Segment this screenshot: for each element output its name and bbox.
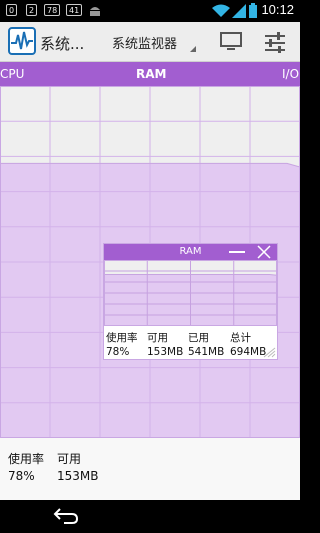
summary-available-label: 可用 xyxy=(57,452,82,466)
android-icon xyxy=(90,7,100,16)
close-icon[interactable] xyxy=(256,245,272,259)
tab-cpu[interactable]: CPU xyxy=(0,67,24,81)
status-bar: 0 2 78 41 10:12 xyxy=(0,0,300,22)
battery-icon xyxy=(249,3,257,18)
value-available: 153MB xyxy=(147,346,184,358)
minimize-icon[interactable] xyxy=(229,251,245,253)
settings-sliders-icon[interactable] xyxy=(263,31,287,53)
label-available: 可用 xyxy=(147,332,168,344)
summary-usage-label: 使用率 xyxy=(8,452,45,466)
summary-usage-value: 78% xyxy=(8,469,35,483)
ram-floating-window[interactable]: RAM 使用率 可用 已用 总计 78% 153MB 541MB 694MB xyxy=(103,243,278,360)
mini-chart-canvas xyxy=(104,260,277,326)
notification-badge: 78 xyxy=(44,4,61,16)
tab-bar: CPU RAM I/O xyxy=(0,62,300,86)
wifi-icon xyxy=(212,4,230,17)
label-used: 已用 xyxy=(188,332,209,344)
spinner-arrow-icon xyxy=(190,46,196,52)
notification-badge: 0 xyxy=(6,4,18,16)
value-used: 541MB xyxy=(188,346,225,358)
back-icon[interactable] xyxy=(52,506,80,526)
floating-window-titlebar[interactable]: RAM xyxy=(104,244,277,260)
action-bar: 系统... 系统监视器 xyxy=(0,22,300,62)
signal-icon xyxy=(232,4,246,18)
value-usage: 78% xyxy=(106,346,130,358)
clock: 10:12 xyxy=(261,2,294,17)
view-spinner[interactable]: 系统监视器 xyxy=(112,33,177,52)
label-total: 总计 xyxy=(230,332,251,344)
summary-available-value: 153MB xyxy=(57,469,99,483)
resize-handle-icon[interactable] xyxy=(260,346,276,358)
notification-badge: 41 xyxy=(66,4,83,16)
app-title: 系统... xyxy=(40,35,85,53)
notification-badge: 2 xyxy=(26,4,38,16)
label-usage: 使用率 xyxy=(106,332,138,344)
monitor-icon[interactable] xyxy=(219,31,243,53)
floating-window-title: RAM xyxy=(179,246,202,257)
tab-io[interactable]: I/O xyxy=(282,67,299,81)
navigation-bar xyxy=(0,500,300,533)
tab-ram[interactable]: RAM xyxy=(136,67,166,81)
summary-panel: 使用率 可用 78% 153MB xyxy=(0,438,300,500)
app-monitor-icon[interactable] xyxy=(8,27,36,55)
